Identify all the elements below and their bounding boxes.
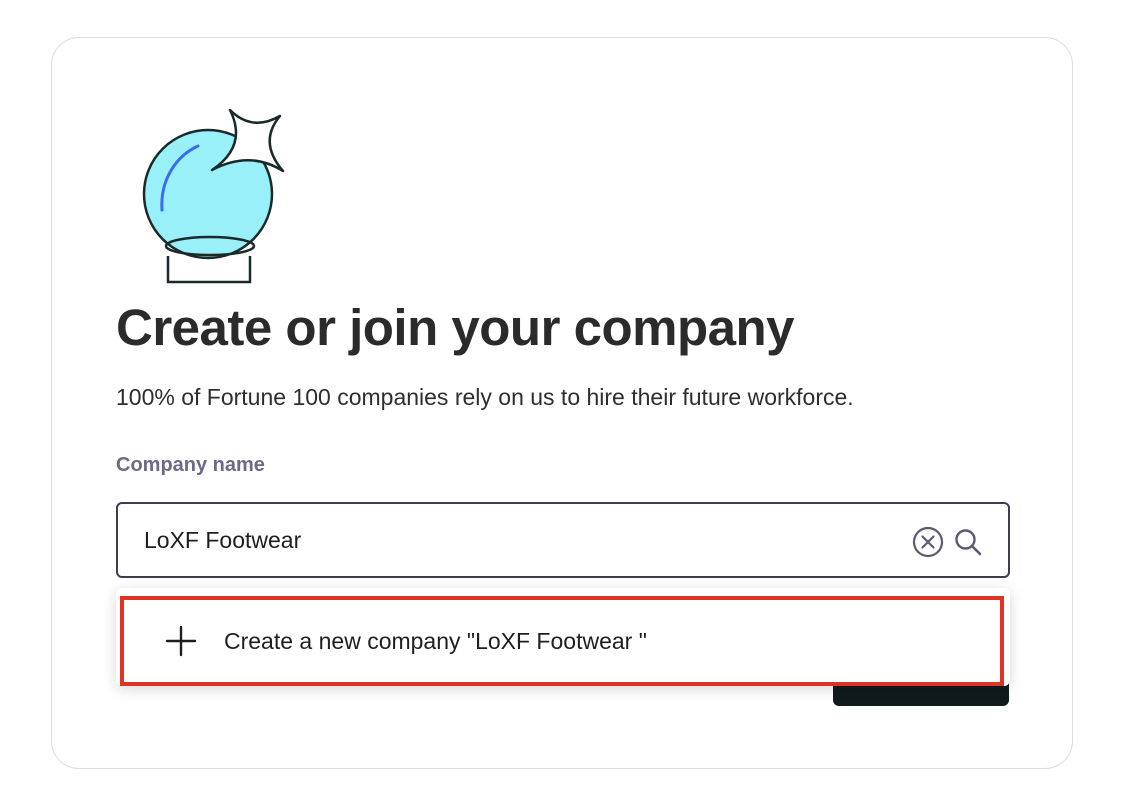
create-new-company-label: Create a new company "LoXF Footwear ": [224, 628, 647, 654]
create-new-company-option[interactable]: Create a new company "LoXF Footwear ": [120, 596, 1004, 686]
plus-icon: [165, 625, 197, 657]
crystal-ball-sparkle-icon: [142, 108, 285, 284]
page-title: Create or join your company: [116, 299, 795, 356]
company-name-label: Company name: [116, 454, 265, 476]
company-suggestions-dropdown: Create a new company "LoXF Footwear ": [116, 588, 1010, 686]
search-icon[interactable]: [953, 527, 983, 557]
company-name-input[interactable]: LoXF Footwear: [116, 502, 1010, 578]
company-name-value[interactable]: LoXF Footwear: [144, 504, 301, 576]
clear-circle-icon[interactable]: [912, 526, 944, 558]
page-subtitle: 100% of Fortune 100 companies rely on us…: [116, 384, 854, 410]
